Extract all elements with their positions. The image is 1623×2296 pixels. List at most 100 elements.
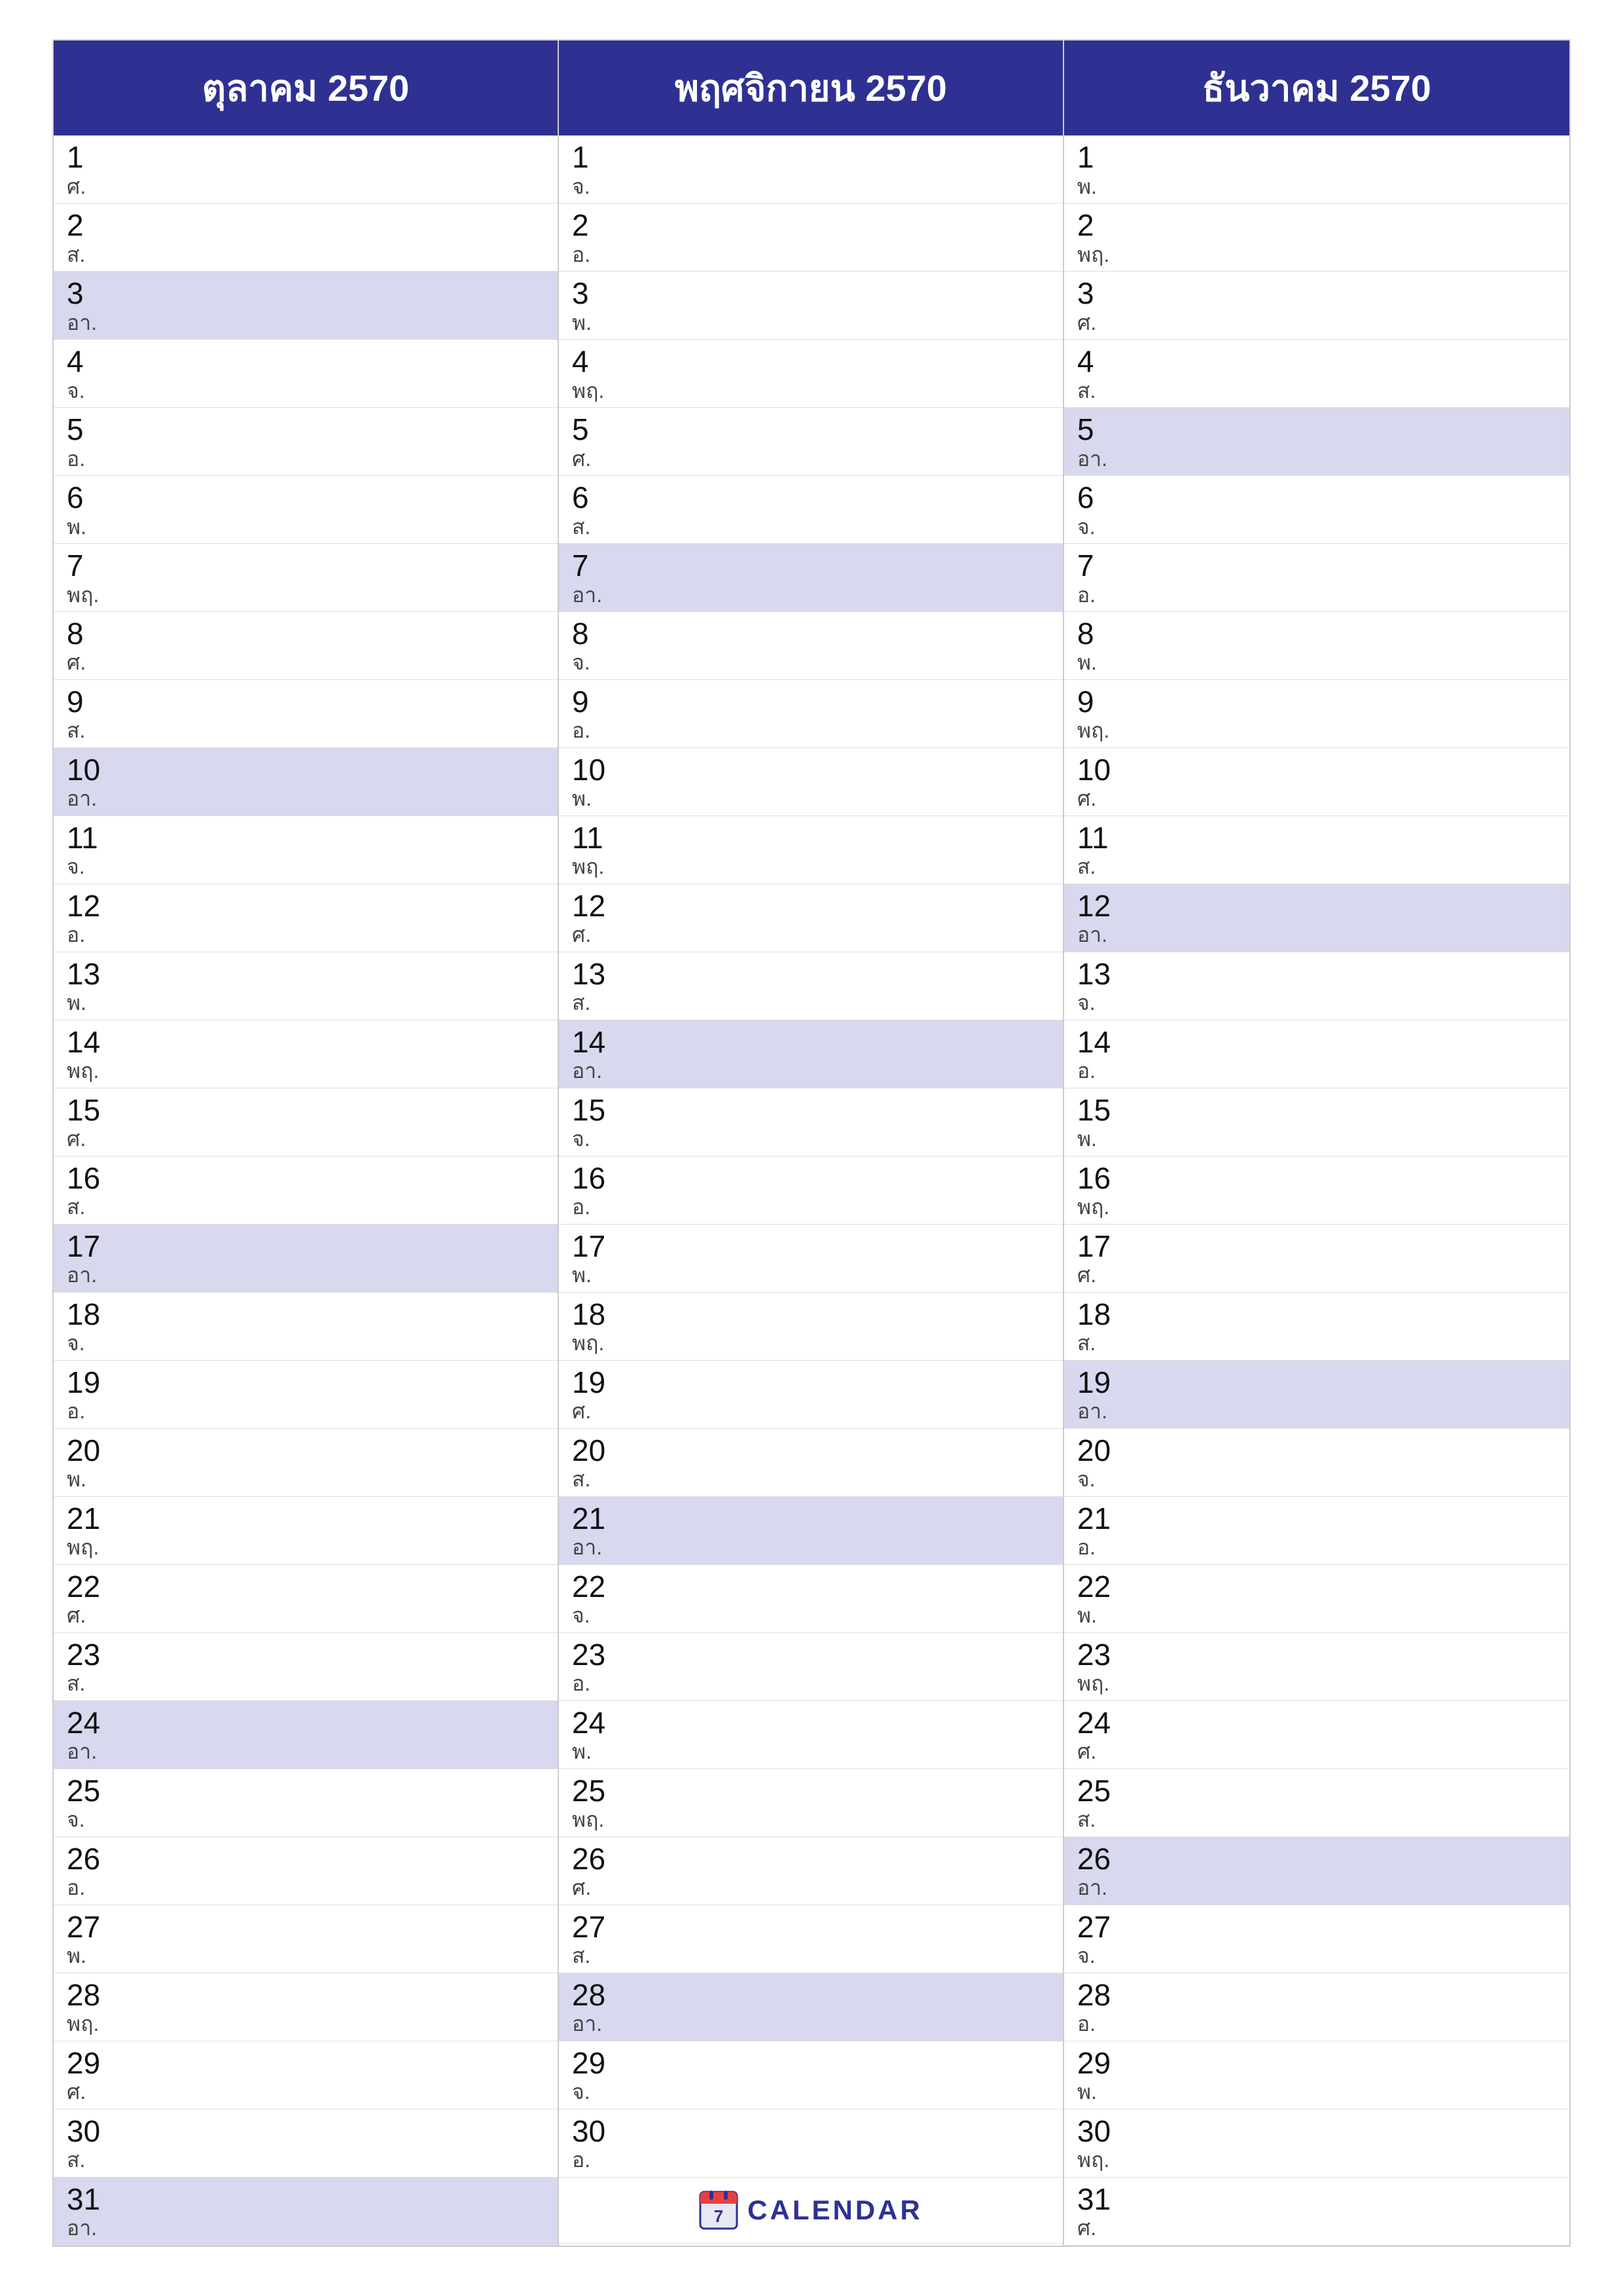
- day-name: ส.: [1077, 378, 1556, 403]
- svg-text:7: 7: [714, 2206, 723, 2226]
- day-row: 4จ.: [54, 340, 558, 408]
- day-name: จ.: [1077, 514, 1556, 539]
- day-row: 31ศ.: [1064, 2178, 1569, 2246]
- day-row: 26อา.: [1064, 1837, 1569, 1905]
- day-number: 15: [67, 1094, 544, 1127]
- day-row: 7อา.: [559, 544, 1063, 612]
- day-number: 28: [1077, 1979, 1556, 2012]
- month-col-1: 1จ.2อ.3พ.4พฤ.5ศ.6ส.7อา.8จ.9อ.10พ.11พฤ.12…: [559, 135, 1064, 2246]
- day-number: 26: [572, 1842, 1050, 1876]
- day-name: พ.: [572, 1739, 1050, 1764]
- day-row: 19ศ.: [559, 1361, 1063, 1429]
- day-row: 1จ.: [559, 135, 1063, 204]
- day-name: อา.: [572, 2011, 1050, 2036]
- day-row: 23พฤ.: [1064, 1633, 1569, 1701]
- day-name: อา.: [572, 1535, 1050, 1560]
- day-number: 16: [1077, 1162, 1556, 1195]
- day-number: 30: [1077, 2115, 1556, 2148]
- day-number: 26: [1077, 1842, 1556, 1876]
- day-row: 25ส.: [1064, 1769, 1569, 1837]
- day-row: 31อา.: [54, 2178, 558, 2246]
- day-number: 9: [1077, 685, 1556, 719]
- day-row: 10ศ.: [1064, 748, 1569, 816]
- day-number: 30: [572, 2115, 1050, 2148]
- day-row: 27จ.: [1064, 1905, 1569, 1973]
- day-name: จ.: [572, 1603, 1050, 1628]
- calendar-icon: 7: [699, 2191, 738, 2230]
- day-number: 19: [572, 1366, 1050, 1399]
- day-row: 16ส.: [54, 1157, 558, 1225]
- day-name: ส.: [572, 1467, 1050, 1492]
- day-number: 6: [1077, 481, 1556, 514]
- day-row: 1พ.: [1064, 135, 1569, 204]
- day-row: 15ศ.: [54, 1088, 558, 1157]
- day-row: 20จ.: [1064, 1429, 1569, 1497]
- calendar-container: ตุลาคม 2570พฤศจิกายน 2570ธันวาคม 2570 1ศ…: [52, 39, 1571, 2247]
- day-name: ศ.: [572, 922, 1050, 947]
- day-name: พ.: [1077, 2079, 1556, 2104]
- day-name: อา.: [1077, 922, 1556, 947]
- day-number: 21: [572, 1502, 1050, 1535]
- day-row: 29พ.: [1064, 2041, 1569, 2109]
- day-row: 13พ.: [54, 952, 558, 1020]
- day-number: 20: [1077, 1434, 1556, 1467]
- month-header-2: ธันวาคม 2570: [1064, 41, 1569, 135]
- day-name: ส.: [1077, 854, 1556, 879]
- day-name: จ.: [1077, 990, 1556, 1015]
- day-number: 15: [572, 1094, 1050, 1127]
- day-number: 7: [1077, 549, 1556, 583]
- day-name: พ.: [1077, 1126, 1556, 1151]
- day-number: 7: [67, 549, 544, 583]
- day-row: 6พ.: [54, 476, 558, 544]
- day-row: 8จ.: [559, 612, 1063, 680]
- day-number: 11: [572, 821, 1050, 855]
- day-number: 27: [67, 1910, 544, 1944]
- day-row: 26อ.: [54, 1837, 558, 1905]
- day-number: 20: [572, 1434, 1050, 1467]
- day-number: 23: [67, 1638, 544, 1672]
- day-row: 5อ.: [54, 408, 558, 476]
- day-name: พฤ.: [572, 378, 1050, 403]
- day-name: พฤ.: [1077, 718, 1556, 743]
- day-number: 4: [572, 345, 1050, 378]
- day-row: 2ส.: [54, 204, 558, 272]
- day-name: พฤ.: [572, 1807, 1050, 1832]
- day-row: 28อ.: [1064, 1973, 1569, 2041]
- day-number: 25: [572, 1774, 1050, 1808]
- day-row: 12อ.: [54, 884, 558, 952]
- day-number: 14: [572, 1026, 1050, 1059]
- day-row: 2อ.: [559, 204, 1063, 272]
- day-name: ส.: [67, 2147, 544, 2172]
- day-row: 9อ.: [559, 680, 1063, 748]
- day-name: พ.: [67, 1467, 544, 1492]
- day-row: 22ศ.: [54, 1565, 558, 1633]
- day-row: 23ส.: [54, 1633, 558, 1701]
- day-number: 1: [1077, 141, 1556, 174]
- day-name: พ.: [572, 1263, 1050, 1287]
- day-row: 19อา.: [1064, 1361, 1569, 1429]
- day-row: 12ศ.: [559, 884, 1063, 952]
- day-number: 24: [67, 1706, 544, 1740]
- day-name: จ.: [67, 378, 544, 403]
- day-number: 17: [572, 1230, 1050, 1263]
- day-row: 20ส.: [559, 1429, 1063, 1497]
- day-number: 25: [1077, 1774, 1556, 1808]
- day-number: 16: [572, 1162, 1050, 1195]
- day-number: 19: [1077, 1366, 1556, 1399]
- day-row: 21พฤ.: [54, 1497, 558, 1565]
- day-row: 30อ.: [559, 2109, 1063, 2178]
- day-number: 12: [1077, 889, 1556, 923]
- day-name: ศ.: [1077, 310, 1556, 335]
- day-row: 16พฤ.: [1064, 1157, 1569, 1225]
- day-name: ส.: [67, 718, 544, 743]
- day-name: พ.: [1077, 174, 1556, 199]
- day-row: 15จ.: [559, 1088, 1063, 1157]
- day-row: 21อา.: [559, 1497, 1063, 1565]
- day-row: 7พฤ.: [54, 544, 558, 612]
- day-name: อา.: [572, 583, 1050, 607]
- day-number: 14: [67, 1026, 544, 1059]
- day-row: 14อ.: [1064, 1020, 1569, 1088]
- day-number: 11: [67, 821, 544, 855]
- day-name: พฤ.: [1077, 242, 1556, 267]
- day-row: 22พ.: [1064, 1565, 1569, 1633]
